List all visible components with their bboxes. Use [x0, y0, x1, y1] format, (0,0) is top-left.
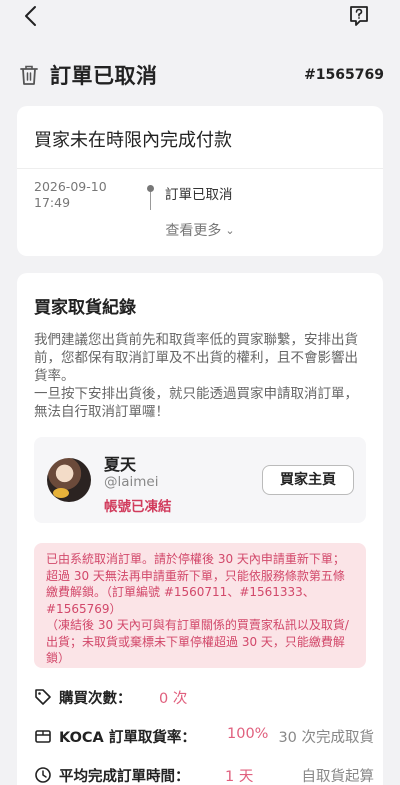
- stat-avg-time: 平均完成訂單時間： 1 天 自取貨起算: [34, 763, 374, 785]
- warning-box: 已由系統取消訂單。請於停權後 30 天內申請重新下單；超過 30 天無法再申請重…: [34, 543, 366, 668]
- tag-icon: [35, 689, 51, 705]
- back-icon[interactable]: [20, 4, 42, 28]
- top-bar: [0, 0, 400, 36]
- pickup-value: 100%: [227, 726, 269, 742]
- pickup-note: 30 次完成取貨: [278, 730, 374, 746]
- buyer-record-card: 買家取貨紀錄 我們建議您出貨前先和取貨率低的買家聯繫，安排出貨前，您都保有取消訂…: [17, 273, 383, 785]
- cancel-reason: 買家未在時限內完成付款: [34, 130, 232, 151]
- account-status: 帳號已凍結: [104, 499, 172, 515]
- help-icon[interactable]: [348, 5, 370, 27]
- avg-time-value: 1 天: [225, 769, 254, 785]
- clock-icon: [35, 767, 51, 783]
- timeline-date: 2026-09-10: [34, 179, 107, 194]
- chevron-down-icon: ⌄: [225, 224, 235, 237]
- buyer-profile-button[interactable]: 買家主頁: [262, 465, 354, 495]
- section-title: 買家取貨紀錄: [34, 298, 136, 318]
- avatar[interactable]: [47, 458, 91, 502]
- timeline-time: 17:49: [34, 195, 71, 210]
- package-icon: [35, 730, 51, 743]
- description: 我們建議您出貨前先和取貨率低的買家聯繫，安排出貨前，您都保有取消訂單及不出貨的權…: [34, 331, 368, 421]
- timeline-dot: [147, 185, 154, 192]
- page-title: 訂單已取消: [50, 64, 158, 88]
- buyer-name: 夏天: [104, 455, 137, 474]
- timeline-line: [150, 192, 151, 210]
- purchases-value: 0 次: [159, 691, 188, 707]
- timeline-datetime: 2026-09-10 17:49: [34, 179, 124, 211]
- timeline-status: 訂單已取消: [165, 187, 233, 203]
- avg-time-label: 平均完成訂單時間：: [59, 769, 190, 785]
- divider: [17, 168, 383, 169]
- title-row: 訂單已取消 #1565769: [0, 56, 400, 96]
- view-more-button[interactable]: 查看更多 ⌄: [17, 220, 383, 240]
- cancel-card: 買家未在時限內完成付款 2026-09-10 17:49 訂單已取消 查看更多 ⌄: [17, 106, 383, 256]
- purchases-label: 購買次數：: [59, 691, 132, 707]
- pickup-label: KOCA 訂單取貨率：: [59, 730, 196, 746]
- avg-time-note: 自取貨起算: [301, 769, 375, 785]
- view-more-label: 查看更多: [165, 223, 222, 239]
- description-paragraph: 一旦按下安排出貨後，就只能透過買家申請取消訂單，無法自行取消訂單囉！: [34, 386, 358, 420]
- order-number: #1565769: [304, 67, 384, 83]
- stat-pickup-rate: KOCA 訂單取貨率： 100% 30 次完成取貨: [34, 724, 374, 748]
- trash-icon: [20, 65, 38, 85]
- stat-purchases: 購買次數： 0 次: [34, 685, 374, 709]
- buyer-info: 夏天 @laimei 帳號已凍結 買家主頁: [34, 437, 366, 523]
- description-paragraph: 我們建議您出貨前先和取貨率低的買家聯繫，安排出貨前，您都保有取消訂單及不出貨的權…: [34, 332, 358, 384]
- buyer-handle: @laimei: [104, 474, 159, 490]
